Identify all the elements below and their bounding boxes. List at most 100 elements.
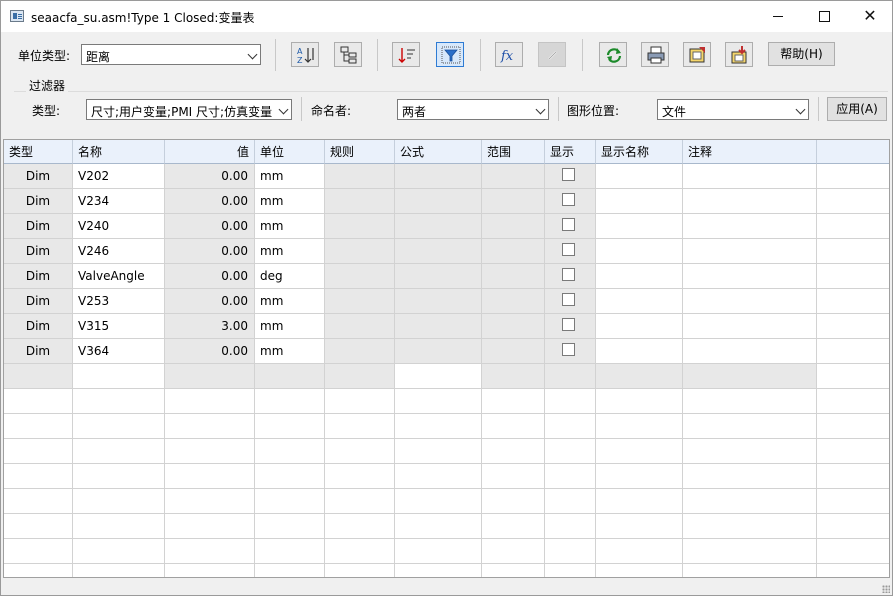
table-cell[interactable] <box>395 264 482 289</box>
table-cell[interactable] <box>596 339 683 364</box>
table-cell[interactable]: Dim <box>4 164 73 189</box>
table-cell[interactable] <box>482 514 545 539</box>
table-cell[interactable] <box>596 489 683 514</box>
table-cell[interactable] <box>4 564 73 577</box>
table-cell[interactable] <box>596 214 683 239</box>
table-cell[interactable] <box>683 164 817 189</box>
variable-table[interactable]: 类型 名称值单位 规则 公式 范围 显示 显示名称 注释 Dim V202 0.00 mm Dim V23… <box>3 139 890 578</box>
table-cell[interactable] <box>73 464 165 489</box>
unit-type-select[interactable]: 距离 <box>81 44 261 65</box>
table-cell[interactable]: Dim <box>4 214 73 239</box>
table-cell[interactable]: V253 <box>73 289 165 314</box>
edit-button[interactable] <box>538 42 566 67</box>
table-cell[interactable] <box>255 489 325 514</box>
table-cell[interactable]: Dim <box>4 239 73 264</box>
column-header[interactable]: 类型 <box>4 140 73 164</box>
table-cell[interactable] <box>683 314 817 339</box>
table-cell[interactable] <box>165 539 255 564</box>
table-cell[interactable] <box>545 414 596 439</box>
table-cell[interactable] <box>482 414 545 439</box>
table-cell[interactable] <box>395 439 482 464</box>
table-cell[interactable] <box>482 439 545 464</box>
table-cell[interactable] <box>395 514 482 539</box>
table-cell[interactable] <box>165 364 255 389</box>
table-cell[interactable] <box>596 364 683 389</box>
table-cell[interactable] <box>4 364 73 389</box>
table-cell[interactable] <box>683 264 817 289</box>
import-button[interactable] <box>725 42 753 67</box>
table-cell[interactable] <box>165 414 255 439</box>
table-cell[interactable] <box>73 564 165 577</box>
table-cell[interactable]: mm <box>255 189 325 214</box>
table-cell[interactable] <box>395 389 482 414</box>
table-cell[interactable] <box>596 464 683 489</box>
table-cell[interactable] <box>395 314 482 339</box>
table-cell[interactable] <box>596 264 683 289</box>
table-cell[interactable] <box>545 164 596 189</box>
table-cell[interactable]: V315 <box>73 314 165 339</box>
table-cell[interactable] <box>482 364 545 389</box>
formula-button[interactable]: fx <box>495 42 523 67</box>
table-cell[interactable] <box>683 564 817 577</box>
table-cell[interactable] <box>325 539 395 564</box>
table-cell[interactable] <box>482 539 545 564</box>
maximize-button[interactable] <box>801 1 847 32</box>
table-cell[interactable] <box>4 514 73 539</box>
table-cell[interactable] <box>545 539 596 564</box>
table-cell[interactable]: V246 <box>73 239 165 264</box>
refresh-button[interactable] <box>599 42 627 67</box>
minimize-button[interactable] <box>755 1 801 32</box>
column-header[interactable]: 规则 <box>325 140 395 164</box>
table-cell[interactable] <box>325 439 395 464</box>
table-cell[interactable] <box>545 514 596 539</box>
table-cell[interactable]: 0.00 <box>165 339 255 364</box>
table-cell[interactable] <box>596 389 683 414</box>
table-cell[interactable] <box>325 164 395 189</box>
table-cell[interactable]: V240 <box>73 214 165 239</box>
table-cell[interactable] <box>683 214 817 239</box>
table-cell[interactable]: V202 <box>73 164 165 189</box>
table-cell[interactable] <box>545 189 596 214</box>
table-cell[interactable] <box>73 489 165 514</box>
column-header[interactable]: 注释 <box>683 140 817 164</box>
table-cell[interactable] <box>325 414 395 439</box>
table-cell[interactable] <box>4 414 73 439</box>
table-cell[interactable] <box>395 364 482 389</box>
table-cell[interactable] <box>255 364 325 389</box>
table-cell[interactable] <box>596 314 683 339</box>
table-cell[interactable] <box>683 389 817 414</box>
table-cell[interactable] <box>482 464 545 489</box>
table-cell[interactable]: Dim <box>4 189 73 214</box>
table-cell[interactable]: Dim <box>4 289 73 314</box>
table-cell[interactable] <box>545 564 596 577</box>
table-cell[interactable]: 0.00 <box>165 264 255 289</box>
show-checkbox[interactable] <box>562 218 575 231</box>
table-cell[interactable] <box>73 389 165 414</box>
table-cell[interactable] <box>395 464 482 489</box>
column-header[interactable]: 单位 <box>255 140 325 164</box>
table-cell[interactable] <box>255 539 325 564</box>
table-cell[interactable] <box>325 239 395 264</box>
table-cell[interactable] <box>325 564 395 577</box>
table-cell[interactable] <box>73 364 165 389</box>
table-cell[interactable]: 0.00 <box>165 239 255 264</box>
table-cell[interactable] <box>482 489 545 514</box>
table-cell[interactable] <box>395 564 482 577</box>
title-bar[interactable]: seaacfa_su.asm!Type 1 Closed:变量表 ✕ <box>1 1 892 32</box>
table-cell[interactable] <box>395 189 482 214</box>
table-cell[interactable] <box>545 239 596 264</box>
table-cell[interactable] <box>596 414 683 439</box>
table-cell[interactable]: V364 <box>73 339 165 364</box>
table-cell[interactable] <box>395 539 482 564</box>
table-cell[interactable] <box>73 539 165 564</box>
table-cell[interactable] <box>325 214 395 239</box>
table-cell[interactable] <box>255 514 325 539</box>
table-cell[interactable] <box>325 489 395 514</box>
show-checkbox[interactable] <box>562 168 575 181</box>
table-cell[interactable] <box>165 514 255 539</box>
show-checkbox[interactable] <box>562 293 575 306</box>
show-checkbox[interactable] <box>562 343 575 356</box>
named-by-select[interactable]: 两者 <box>397 99 549 120</box>
show-checkbox[interactable] <box>562 318 575 331</box>
table-cell[interactable] <box>683 189 817 214</box>
